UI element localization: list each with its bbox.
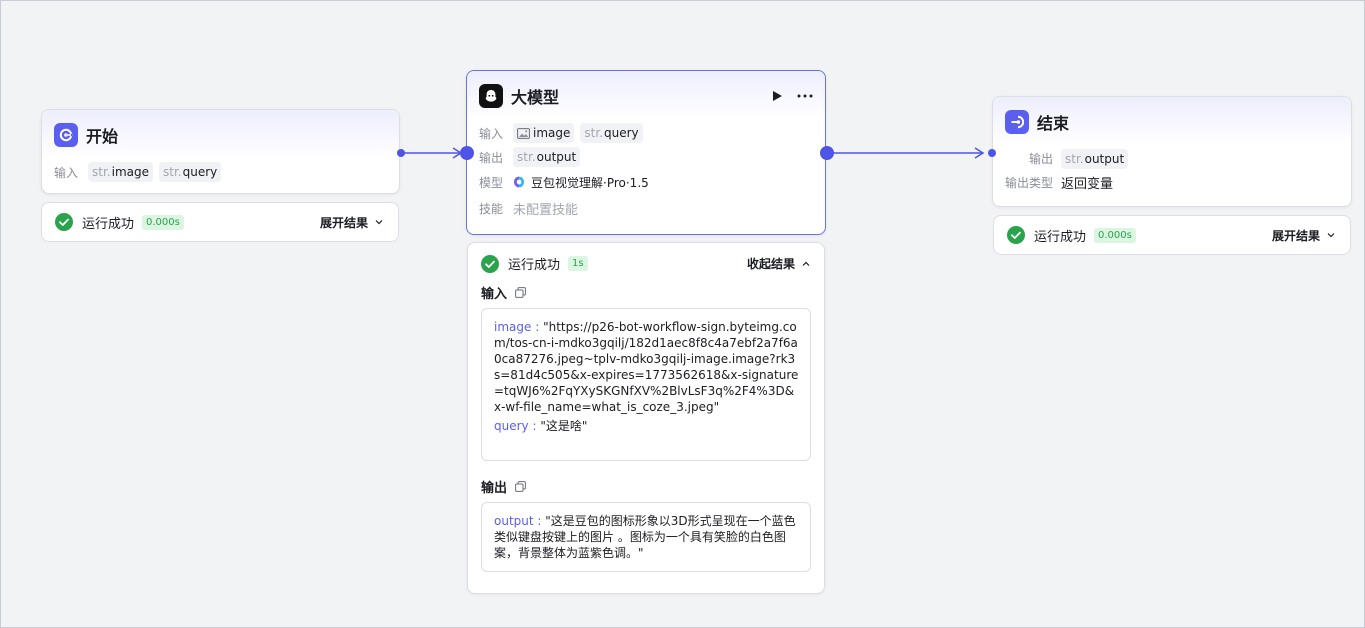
end-input-port[interactable] [988, 149, 996, 157]
end-status-text: 运行成功 [1034, 229, 1087, 245]
end-output-type-label: 输出类型 [1005, 175, 1054, 190]
end-expand-result-button[interactable]: 展开结果 [1272, 227, 1336, 244]
llm-input-label: 输入 [479, 126, 504, 141]
chevron-down-icon [1327, 233, 1335, 238]
llm-output-label: 输出 [479, 150, 504, 165]
llm-node-title: 大模型 [511, 88, 560, 107]
llm-result-panel: 运行成功 1s 收起结果 输入 image : "https://p26-bot… [467, 242, 825, 594]
llm-status-time: 1s [568, 256, 588, 271]
llm-model-label: 模型 [479, 175, 504, 190]
result-input-title: 输入 [481, 286, 508, 302]
llm-collapse-result-button[interactable]: 收起结果 [747, 255, 811, 272]
llm-skill-value: 未配置技能 [513, 202, 579, 218]
more-options-icon[interactable] [797, 94, 813, 98]
end-output-label: 输出 [1028, 152, 1053, 166]
llm-input-image-tag: image [513, 123, 575, 143]
chevron-up-icon [802, 261, 810, 266]
chevron-down-icon [375, 220, 383, 225]
end-output-tag: str. output [1061, 148, 1129, 169]
start-status-text: 运行成功 [82, 216, 135, 232]
image-icon [517, 127, 530, 139]
llm-model-icon [479, 84, 503, 108]
start-input-query-tag: str. query [159, 162, 222, 182]
llm-input-port[interactable] [460, 146, 474, 160]
start-expand-result-button[interactable]: 展开结果 [320, 214, 384, 231]
success-check-icon [1007, 226, 1025, 244]
result-input-box[interactable]: image : "https://p26-bot-workflow-sign.b… [481, 308, 811, 461]
start-icon [54, 123, 78, 147]
llm-node[interactable]: 大模型 输入 image str. query 输出 str. output 模型 … [466, 70, 826, 235]
success-check-icon [481, 254, 499, 273]
start-node-title: 开始 [86, 127, 119, 146]
llm-output-port[interactable] [820, 146, 834, 160]
start-input-image-tag: str. image [88, 162, 154, 182]
end-node-title: 结束 [1037, 114, 1070, 133]
run-play-icon[interactable] [771, 90, 783, 102]
success-check-icon [55, 213, 73, 231]
result-output-title: 输出 [481, 480, 508, 496]
start-status-time: 0.000s [142, 214, 184, 230]
end-status-time: 0.000s [1094, 227, 1136, 243]
start-input-label: 输入 [54, 165, 79, 180]
end-node[interactable]: 结束 输出 str. output 输出类型 返回变量 [992, 96, 1352, 207]
doubao-model-icon [514, 176, 525, 188]
copy-icon[interactable] [515, 480, 526, 492]
llm-output-tag: str. output [513, 147, 581, 167]
start-status-bar: 运行成功 0.000s 展开结果 [41, 202, 399, 242]
llm-status-text: 运行成功 [508, 258, 561, 273]
end-icon [1005, 110, 1029, 134]
copy-icon[interactable] [515, 286, 526, 298]
start-output-port[interactable] [397, 149, 405, 157]
end-status-bar: 运行成功 0.000s 展开结果 [993, 215, 1351, 255]
end-output-type-value: 返回变量 [1061, 176, 1114, 192]
result-output-box[interactable]: output : "这是豆包的图标形象以3D形式呈现在一个蓝色类似键盘按键上的图… [481, 502, 811, 572]
llm-skill-label: 技能 [479, 201, 504, 216]
result-input-image: image : "https://p26-bot-workflow-sign.b… [494, 320, 799, 414]
llm-input-query-tag: str. query [580, 123, 643, 143]
result-input-query: query : "这是啥" [494, 419, 588, 433]
llm-model-name[interactable]: 豆包视觉理解·Pro·1.5 [531, 174, 649, 191]
start-node[interactable]: 开始 输入 str. image str. query [41, 109, 400, 194]
